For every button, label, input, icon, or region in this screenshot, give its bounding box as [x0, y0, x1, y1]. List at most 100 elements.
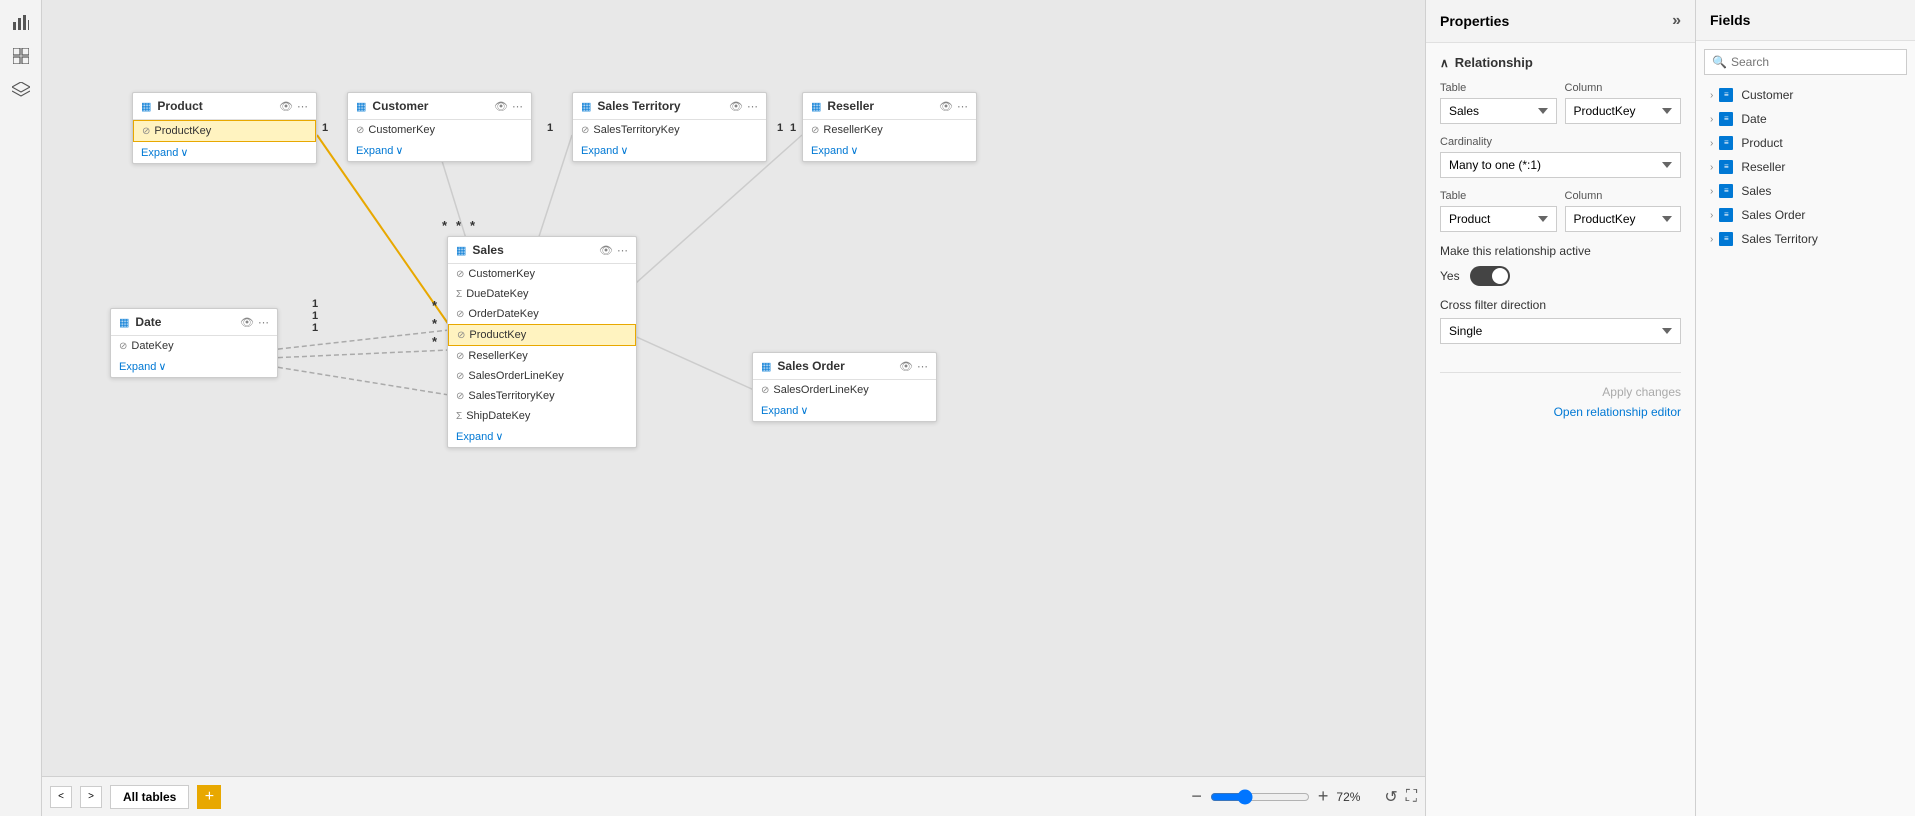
cross-filter-label: Cross filter direction — [1440, 298, 1681, 312]
table-header-icons-customer: 👁 ⋯ — [494, 100, 523, 113]
cardinality-star-2: * — [456, 218, 461, 233]
table-row-sales-salesterritorykey: ⊘ SalesTerritoryKey — [448, 386, 636, 406]
visibility-icon-sales-order[interactable]: 👁 — [899, 360, 913, 373]
zoom-slider[interactable] — [1210, 789, 1310, 805]
properties-header: Properties » — [1426, 0, 1695, 43]
table-icon-customer: ▦ — [356, 100, 366, 113]
open-relationship-editor-link[interactable]: Open relationship editor — [1440, 405, 1681, 419]
field-label-product: Product — [1741, 136, 1782, 150]
table1-row: Table Sales Column ProductKey — [1440, 82, 1681, 124]
table-header-sales-order: ▦ Sales Order 👁 ⋯ — [753, 353, 936, 380]
cardinality-select[interactable]: Many to one (*:1) — [1440, 152, 1681, 178]
table-title-customer: Customer — [372, 99, 490, 113]
field-label-sales-territory: Sales Territory — [1741, 232, 1817, 246]
table-icon-sales-territory-fields: ≡ — [1719, 232, 1733, 246]
table-header-icons-sales: 👁 ⋯ — [599, 244, 628, 257]
more-icon-sales-order[interactable]: ⋯ — [917, 360, 928, 373]
expand-reseller[interactable]: Expand ∨ — [803, 140, 976, 161]
row-icon-salesterritorykey: ⊘ — [581, 125, 589, 136]
visibility-icon-product[interactable]: 👁 — [279, 100, 293, 113]
cardinality-date-star-c: * — [432, 334, 437, 349]
cardinality-marker-territory: 1 — [777, 122, 783, 134]
table-header-customer: ▦ Customer 👁 ⋯ — [348, 93, 531, 120]
more-icon-date[interactable]: ⋯ — [258, 316, 269, 329]
table1-select[interactable]: Sales — [1440, 98, 1557, 124]
table-icon-sales-fields: ≡ — [1719, 184, 1733, 198]
sidebar-icon-bar-chart[interactable] — [7, 8, 35, 36]
table-card-customer: ▦ Customer 👁 ⋯ ⊘ CustomerKey Expand ∨ — [347, 92, 532, 162]
chevron-down-icon-customer: ∨ — [395, 144, 403, 157]
more-icon-product[interactable]: ⋯ — [297, 100, 308, 113]
field-item-reseller[interactable]: › ≡ Reseller — [1696, 155, 1915, 179]
field-item-product[interactable]: › ≡ Product — [1696, 131, 1915, 155]
visibility-icon-customer[interactable]: 👁 — [494, 100, 508, 113]
table-card-sales-territory: ▦ Sales Territory 👁 ⋯ ⊘ SalesTerritoryKe… — [572, 92, 767, 162]
left-sidebar — [0, 0, 42, 816]
table-header-sales-territory: ▦ Sales Territory 👁 ⋯ — [573, 93, 766, 120]
table-row-customerkey: ⊘ CustomerKey — [348, 120, 531, 140]
all-tables-tab[interactable]: All tables — [110, 785, 189, 809]
table2-label: Table — [1440, 190, 1557, 202]
zoom-controls: − + 72% ↺ ⛶ — [1191, 786, 1417, 807]
expand-date[interactable]: Expand ∨ — [111, 356, 277, 377]
expand-customer[interactable]: Expand ∨ — [348, 140, 531, 161]
visibility-icon-date[interactable]: 👁 — [240, 316, 254, 329]
column2-select[interactable]: ProductKey — [1565, 206, 1682, 232]
table-row-datekey: ⊘ DateKey — [111, 336, 277, 356]
table-icon-product-fields: ≡ — [1719, 136, 1733, 150]
visibility-icon-territory[interactable]: 👁 — [729, 100, 743, 113]
visibility-icon-sales[interactable]: 👁 — [599, 244, 613, 257]
field-item-date[interactable]: › ≡ Date — [1696, 107, 1915, 131]
active-yes-label: Yes — [1440, 269, 1460, 283]
sidebar-icon-grid[interactable] — [7, 42, 35, 70]
cardinality-marker-reseller: 1 — [790, 122, 796, 134]
table-row-sales-productkey: ⊘ ProductKey — [448, 324, 636, 346]
more-icon-territory[interactable]: ⋯ — [747, 100, 758, 113]
search-icon: 🔍 — [1712, 55, 1727, 69]
collapse-properties-button[interactable]: » — [1672, 12, 1681, 30]
cardinality-date-star-a: * — [432, 298, 437, 313]
more-icon-sales[interactable]: ⋯ — [617, 244, 628, 257]
next-nav-button[interactable]: > — [80, 786, 102, 808]
column1-select[interactable]: ProductKey — [1565, 98, 1682, 124]
field-item-sales[interactable]: › ≡ Sales — [1696, 179, 1915, 203]
expand-territory[interactable]: Expand ∨ — [573, 140, 766, 161]
column1-col: Column ProductKey — [1565, 82, 1682, 124]
prop-divider — [1440, 372, 1681, 373]
zoom-in-button[interactable]: + — [1318, 786, 1329, 807]
expand-icon-customer: › — [1710, 90, 1713, 101]
more-icon-reseller[interactable]: ⋯ — [957, 100, 968, 113]
expand-sales-order[interactable]: Expand ∨ — [753, 400, 936, 421]
cardinality-star-3: * — [470, 218, 475, 233]
zoom-out-button[interactable]: − — [1191, 786, 1202, 807]
field-item-sales-territory[interactable]: › ≡ Sales Territory — [1696, 227, 1915, 251]
active-label: Make this relationship active — [1440, 244, 1681, 258]
table2-select[interactable]: Product — [1440, 206, 1557, 232]
field-item-sales-order[interactable]: › ≡ Sales Order — [1696, 203, 1915, 227]
row-icon-resellerkey: ⊘ — [811, 125, 819, 136]
toggle-thumb — [1492, 268, 1508, 284]
reset-zoom-button[interactable]: ↺ — [1384, 787, 1397, 807]
prev-nav-button[interactable]: < — [50, 786, 72, 808]
canvas-area: 1 1 1 1 * * * 1 1 1 1 * * * ▦ Product 👁 … — [42, 0, 1425, 816]
fullscreen-button[interactable]: ⛶ — [1406, 788, 1417, 806]
active-toggle[interactable] — [1470, 266, 1510, 286]
cross-filter-select[interactable]: Single — [1440, 318, 1681, 344]
sidebar-icon-layers[interactable] — [7, 76, 35, 104]
table-icon-sales-territory: ▦ — [581, 100, 591, 113]
expand-icon-sales-territory: › — [1710, 234, 1713, 245]
table-header-icons-product: 👁 ⋯ — [279, 100, 308, 113]
table-icon-customer-fields: ≡ — [1719, 88, 1733, 102]
fields-search-input[interactable] — [1704, 49, 1907, 75]
field-item-customer[interactable]: › ≡ Customer — [1696, 83, 1915, 107]
properties-title: Properties — [1440, 13, 1509, 29]
add-tab-button[interactable]: + — [197, 785, 221, 809]
visibility-icon-reseller[interactable]: 👁 — [939, 100, 953, 113]
expand-sales[interactable]: Expand ∨ — [448, 426, 636, 447]
expand-product[interactable]: Expand ∨ — [133, 142, 316, 163]
table-title-date: Date — [135, 315, 236, 329]
more-icon-customer[interactable]: ⋯ — [512, 100, 523, 113]
cardinality-star-1: * — [442, 218, 447, 233]
row-icon-customerkey: ⊘ — [356, 125, 364, 136]
table2-row: Table Product Column ProductKey — [1440, 190, 1681, 232]
